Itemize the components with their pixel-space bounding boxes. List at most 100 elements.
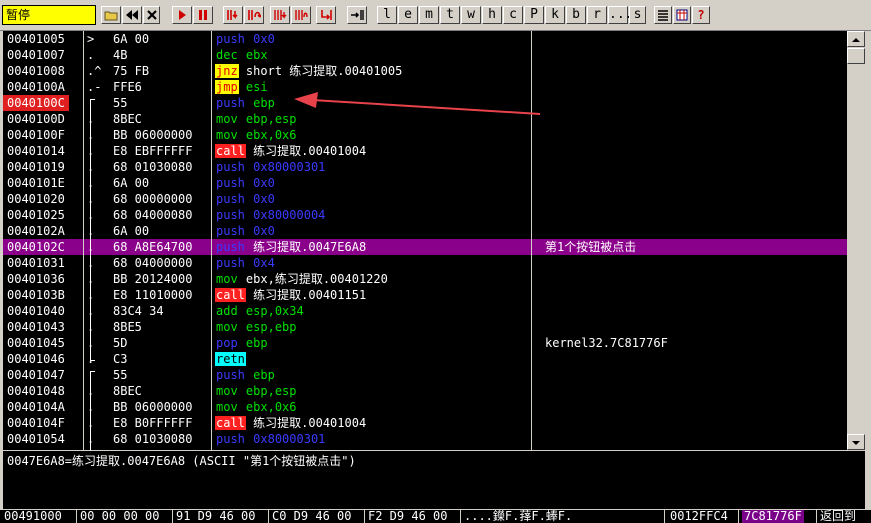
vertical-scrollbar[interactable] (847, 31, 865, 450)
grid-button[interactable] (673, 6, 691, 24)
disassembly-row[interactable]: 0040100F. BB 06000000 mov ebx,0x6 (3, 127, 847, 143)
row-mnemonic: mov (216, 128, 238, 142)
window-button-P[interactable]: P (524, 6, 544, 24)
window-button-h[interactable]: h (482, 6, 502, 24)
open-icon (104, 11, 118, 21)
row-marker: .- (87, 80, 102, 94)
disassembly-row[interactable]: 00401045. 5D pop ebp kernel32.7C81776F (3, 335, 847, 351)
disassembly-row[interactable]: 00401036. BB 20124000 mov ebx,练习提取.0040122… (3, 271, 847, 287)
scroll-up-button[interactable] (847, 31, 865, 47)
row-mnemonic: push (216, 176, 245, 190)
window-button-e[interactable]: e (398, 6, 418, 24)
window-button-k[interactable]: k (545, 6, 565, 24)
window-button-s[interactable]: s (629, 6, 646, 24)
scroll-down-button[interactable] (847, 434, 865, 450)
disassembly-row[interactable]: 0040101E. 6A 00 push 0x0 (3, 175, 847, 191)
window-button-w[interactable]: w (461, 6, 481, 24)
disassembly-row[interactable]: 0040100C 55 push ebp (3, 95, 847, 111)
window-button-c[interactable]: c (503, 6, 523, 24)
row-mnemonic: mov (216, 384, 238, 398)
row-address: 00401046 (7, 352, 65, 366)
row-mnemonic: push (216, 224, 245, 238)
disassembly-row[interactable]: 00401020. 68 00000000 push 0x0 (3, 191, 847, 207)
row-operand: 练习提取.0047E6A8 (253, 240, 367, 254)
disassembly-rows: 00401005 >6A 00 push 0x0 00401007. 4B dec ebx… (3, 31, 847, 447)
window-button-b[interactable]: b (566, 6, 586, 24)
row-operand: ebp (245, 336, 268, 350)
row-operand: 0x0 (253, 192, 275, 206)
row-operand: ebx,0x6 (245, 128, 297, 142)
disassembly-row[interactable]: 00401014. E8 EBFFFFFF call 练习提取.00401004 (3, 143, 847, 159)
row-instruction: push 练习提取.0047E6A8 (215, 239, 366, 255)
disassembly-row[interactable]: 0040100D. 8BEC mov ebp,esp (3, 111, 847, 127)
disassembly-row[interactable]: 00401025. 68 04000080 push 0x80000004 (3, 207, 847, 223)
disassembly-row[interactable]: 00401048. 8BEC mov ebp,esp (3, 383, 847, 399)
row-mnemonic: dec (216, 48, 238, 62)
run-button[interactable] (172, 6, 192, 24)
row-mnemonic: push (216, 160, 245, 174)
window-button-m[interactable]: m (419, 6, 439, 24)
disassembly-row[interactable]: 0040102C. 68 A8E64700 push 练习提取.0047E6A8 第1… (3, 239, 847, 255)
row-operand: short 练习提取.00401005 (245, 64, 403, 78)
disassembly-row[interactable]: 0040103B. E8 11010000 call 练习提取.00401151 (3, 287, 847, 303)
row-address: 00401020 (7, 192, 65, 206)
row-address: 00401014 (7, 144, 65, 158)
disassembly-pane[interactable]: 00401005 >6A 00 push 0x0 00401007. 4B dec ebx… (3, 31, 865, 450)
execute-till-return-button[interactable] (316, 6, 336, 24)
disassembly-row[interactable]: 0040104F. E8 B0FFFFFF call 练习提取.00401004 (3, 415, 847, 431)
row-mnemonic: push (216, 96, 245, 110)
disassembly-row[interactable]: 00401046. C3 retn (3, 351, 847, 367)
row-mnemonic: push (216, 368, 245, 382)
disassembly-row[interactable]: 0040102A. 6A 00 push 0x0 (3, 223, 847, 239)
disassembly-row[interactable]: 00401019. 68 01030080 push 0x80000301 (3, 159, 847, 175)
arrow-up-icon (852, 38, 860, 42)
restart-button[interactable] (122, 6, 142, 24)
row-hex: 75 FB (113, 64, 150, 78)
row-hex: 8BE5 (113, 320, 142, 334)
step-into-button[interactable] (223, 6, 243, 24)
row-hex: BB 06000000 (113, 128, 193, 142)
row-address: 00401019 (7, 160, 65, 174)
disassembly-row[interactable]: 0040104A. BB 06000000 mov ebx,0x6 (3, 399, 847, 415)
trace-into-button[interactable] (270, 6, 290, 24)
row-mnemonic: push (216, 32, 245, 46)
close-program-button[interactable] (143, 6, 160, 24)
open-button[interactable] (101, 6, 121, 24)
disassembly-row[interactable]: 00401043. 8BE5 mov esp,ebp (3, 319, 847, 335)
row-address: 0040100F (7, 128, 65, 142)
window-button-l[interactable]: l (377, 6, 397, 24)
disassembly-row[interactable]: 00401040. 83C4 34 add esp,0x34 (3, 303, 847, 319)
disassembly-row[interactable]: 00401005 >6A 00 push 0x0 (3, 31, 847, 47)
row-hex: 55 (113, 96, 128, 110)
disassembly-row[interactable]: 00401054. 68 01030080 push 0x80000301 (3, 431, 847, 447)
scroll-thumb[interactable] (847, 48, 865, 64)
row-hex: 8BEC (113, 384, 142, 398)
row-address: 00401036 (7, 272, 65, 286)
row-hex: E8 11010000 (113, 288, 193, 302)
window-button-more[interactable]: ... (608, 6, 632, 24)
row-operand: 0x0 (253, 224, 275, 238)
row-address: 0040102A (7, 224, 65, 238)
row-instruction: jmp esi (215, 79, 268, 95)
dump-pane[interactable]: 00491000 00 00 00 00 91 D9 46 00 C0 D9 4… (0, 510, 871, 523)
trace-over-button[interactable] (291, 6, 311, 24)
goto-button[interactable] (347, 6, 367, 24)
row-operand: ebp (253, 96, 275, 110)
window-button-t[interactable]: t (440, 6, 460, 24)
window-button-r[interactable]: r (587, 6, 607, 24)
list-button[interactable] (654, 6, 672, 24)
disassembly-row[interactable]: 00401031. 68 04000000 push 0x4 (3, 255, 847, 271)
info-text: 0047E6A8=练习提取.0047E6A8 (ASCII "第1个按钮被点击"… (7, 454, 356, 468)
row-hex: 68 04000000 (113, 256, 193, 270)
disassembly-row[interactable]: 0040100A .- FFE6 jmp esi (3, 79, 847, 95)
row-instruction: push 0x0 (215, 31, 275, 47)
info-pane[interactable]: 0047E6A8=练习提取.0047E6A8 (ASCII "第1个按钮被点击"… (3, 451, 865, 509)
help-button[interactable]: ? (692, 6, 710, 24)
pause-button[interactable] (193, 6, 213, 24)
disassembly-row[interactable]: 00401008 .^ 75 FB jnz short 练习提取.00401005 (3, 63, 847, 79)
stack-value: 7C81776F (742, 510, 804, 523)
row-mnemonic: jnz (215, 64, 239, 78)
step-over-button[interactable] (244, 6, 264, 24)
disassembly-row[interactable]: 00401007. 4B dec ebx (3, 47, 847, 63)
disassembly-row[interactable]: 00401047 55 push ebp (3, 367, 847, 383)
